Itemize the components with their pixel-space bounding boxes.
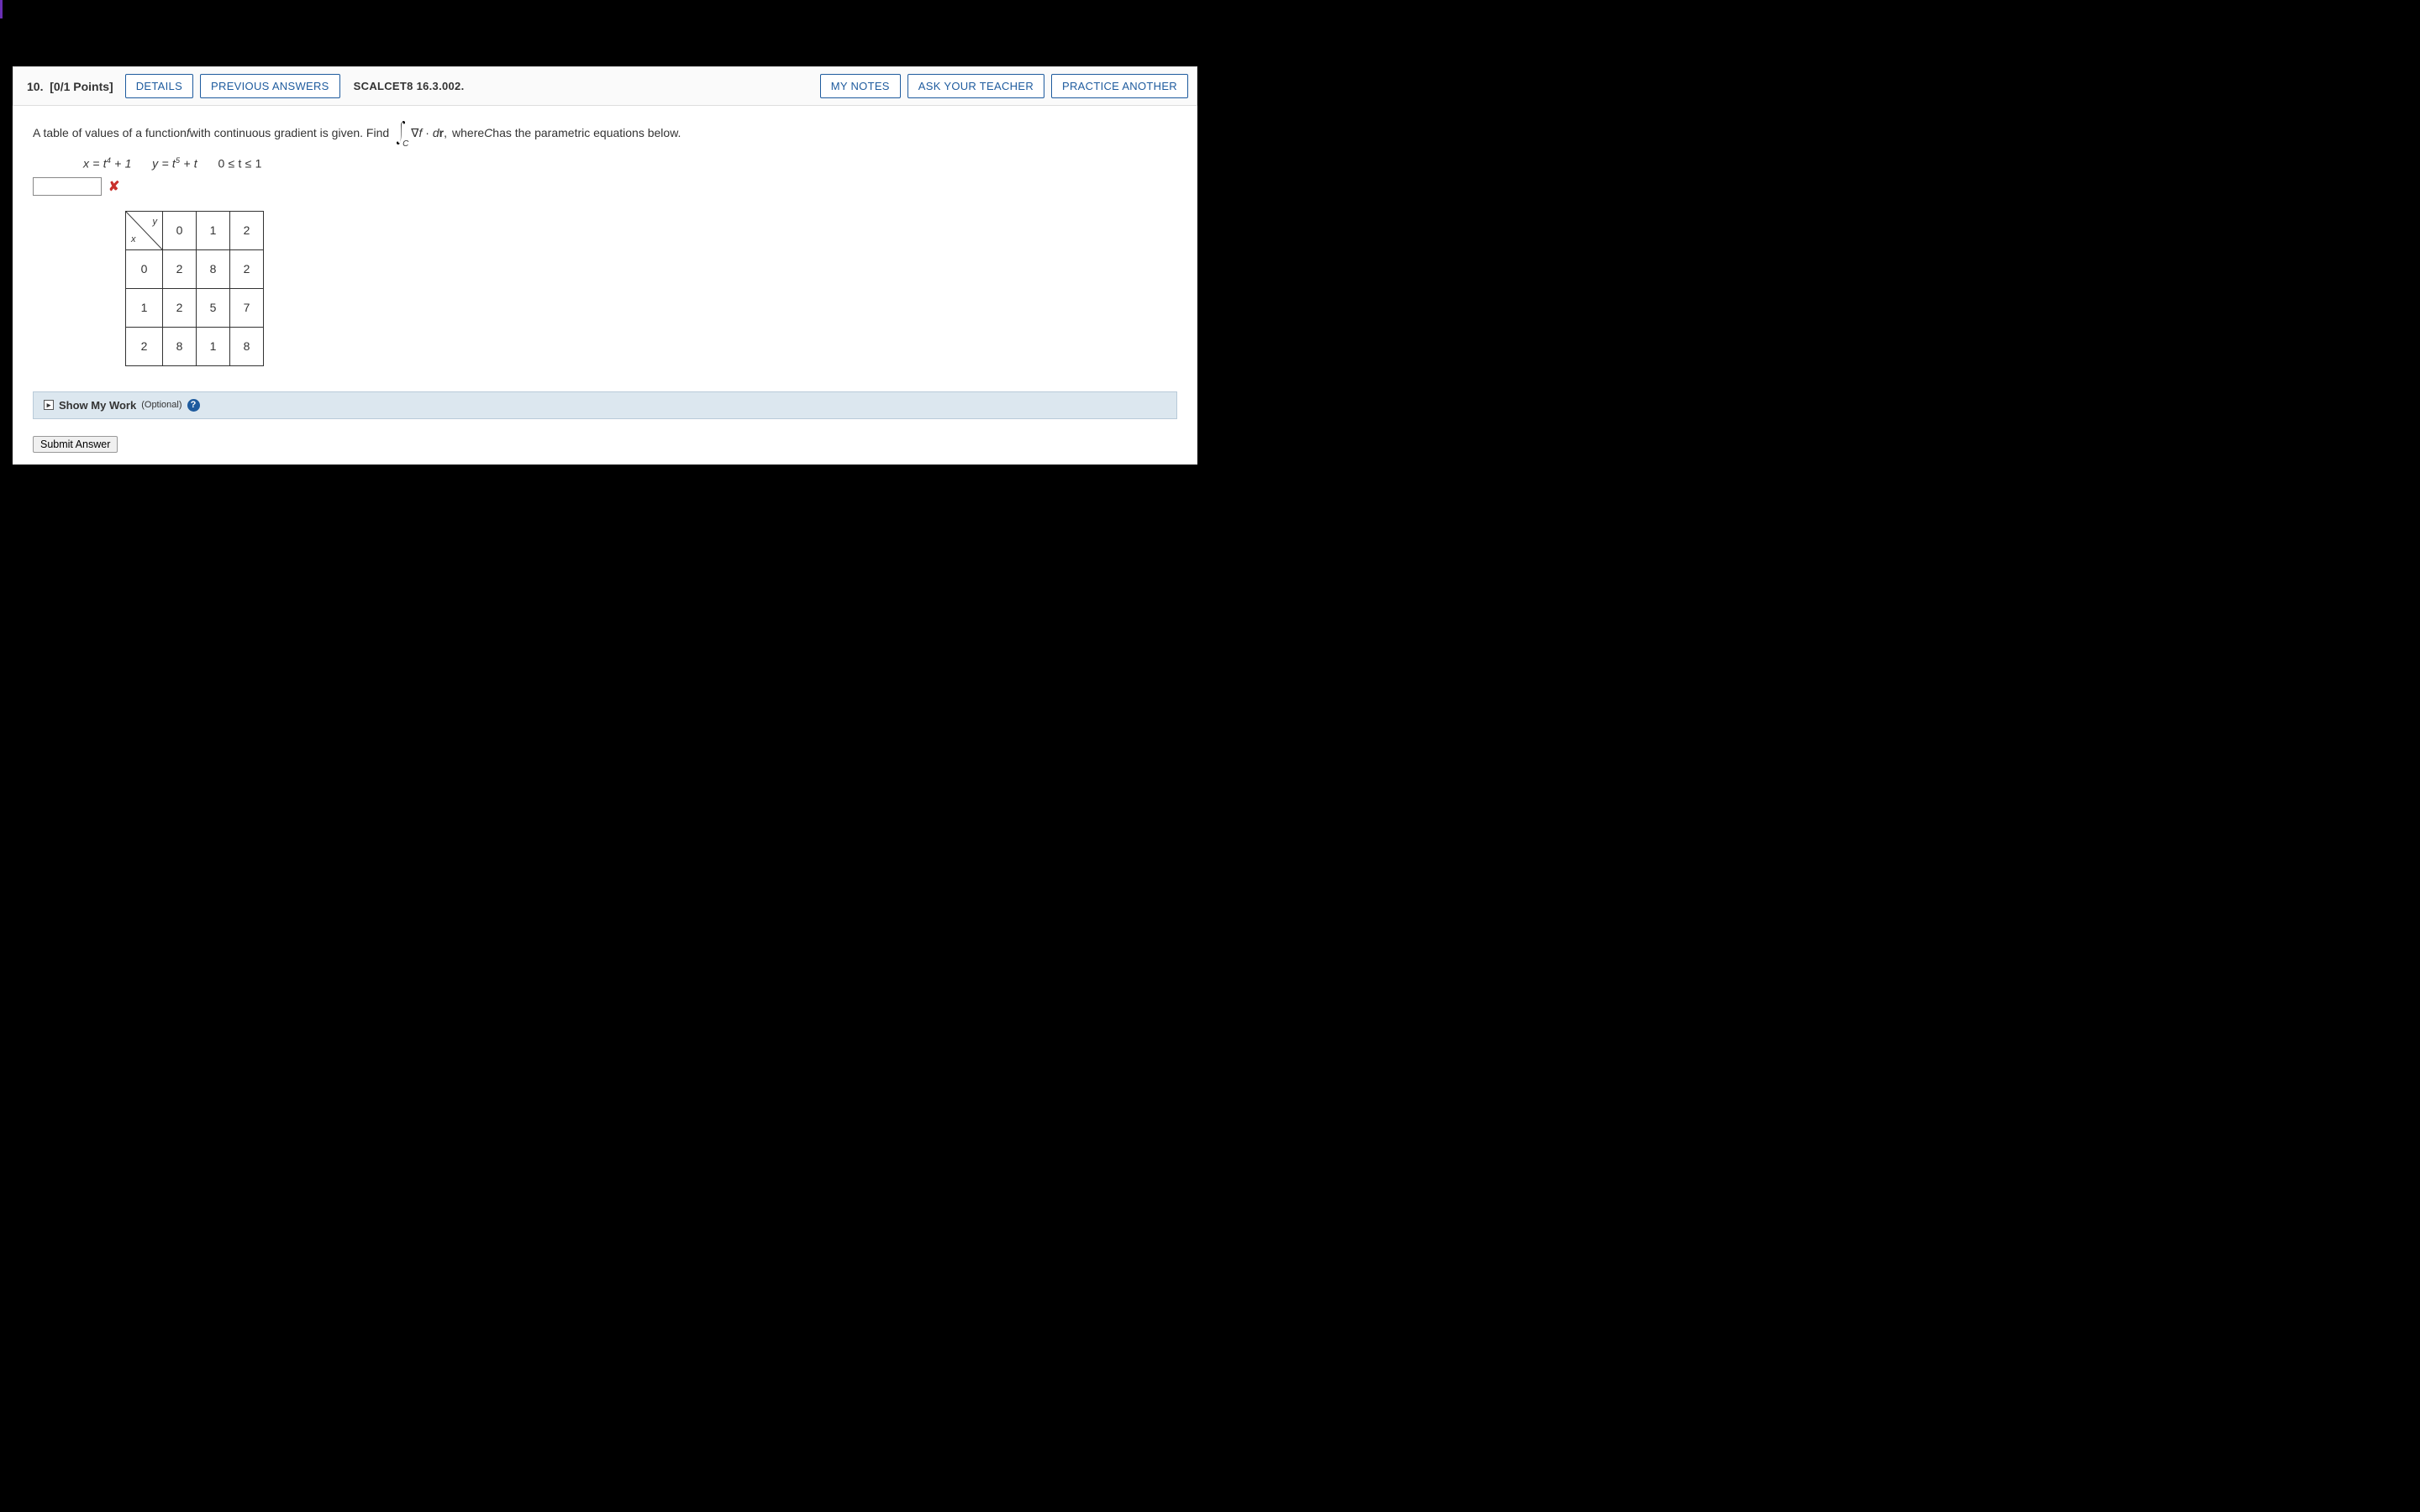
- row-header: 0: [126, 249, 163, 288]
- integral-icon: C ∇f · dr,: [394, 119, 447, 146]
- expand-icon: ▸: [44, 400, 54, 410]
- answer-input[interactable]: [33, 177, 102, 196]
- previous-answers-button[interactable]: PREVIOUS ANSWERS: [200, 74, 340, 98]
- question-number: 10. [0/1 Points]: [22, 80, 118, 93]
- question-card: 10. [0/1 Points] DETAILS PREVIOUS ANSWER…: [13, 66, 1197, 465]
- col-header: 0: [163, 211, 197, 249]
- show-my-work-label: Show My Work: [59, 399, 136, 412]
- row-header: 2: [126, 327, 163, 365]
- ask-teacher-button[interactable]: ASK YOUR TEACHER: [908, 74, 1044, 98]
- answer-row: ✘: [33, 177, 1177, 196]
- table-corner: x y: [126, 211, 163, 249]
- table-cell: 1: [197, 327, 230, 365]
- table-cell: 7: [230, 288, 264, 327]
- table-cell: 8: [197, 249, 230, 288]
- source-label: SCALCET8 16.3.002.: [347, 80, 471, 92]
- incorrect-icon: ✘: [108, 178, 119, 195]
- col-header: 2: [230, 211, 264, 249]
- details-button[interactable]: DETAILS: [125, 74, 193, 98]
- table-cell: 2: [163, 288, 197, 327]
- table-cell: 8: [163, 327, 197, 365]
- table-cell: 5: [197, 288, 230, 327]
- question-body: A table of values of a function f with c…: [13, 106, 1197, 465]
- top-bar: [0, 0, 1210, 66]
- values-table: x y 0 1 2 0 2 8 2 1 2 5 7 2 8: [125, 211, 264, 366]
- row-header: 1: [126, 288, 163, 327]
- integrand-text: ∇f · dr,: [411, 126, 447, 140]
- accent-stripe: [0, 0, 3, 18]
- table-cell: 2: [163, 249, 197, 288]
- problem-statement: A table of values of a function f with c…: [33, 119, 1177, 146]
- table-cell: 2: [230, 249, 264, 288]
- bottom-bar: [0, 465, 1210, 675]
- help-icon[interactable]: ?: [187, 399, 200, 412]
- question-header: 10. [0/1 Points] DETAILS PREVIOUS ANSWER…: [13, 66, 1197, 106]
- optional-label: (Optional): [141, 400, 182, 410]
- parametric-equations: x = t4 + 1 y = t5 + t 0 ≤ t ≤ 1: [83, 156, 1177, 171]
- col-header: 1: [197, 211, 230, 249]
- submit-answer-button[interactable]: Submit Answer: [33, 436, 118, 453]
- table-cell: 8: [230, 327, 264, 365]
- show-my-work-bar[interactable]: ▸ Show My Work (Optional) ?: [33, 391, 1177, 419]
- my-notes-button[interactable]: MY NOTES: [820, 74, 901, 98]
- practice-another-button[interactable]: PRACTICE ANOTHER: [1051, 74, 1188, 98]
